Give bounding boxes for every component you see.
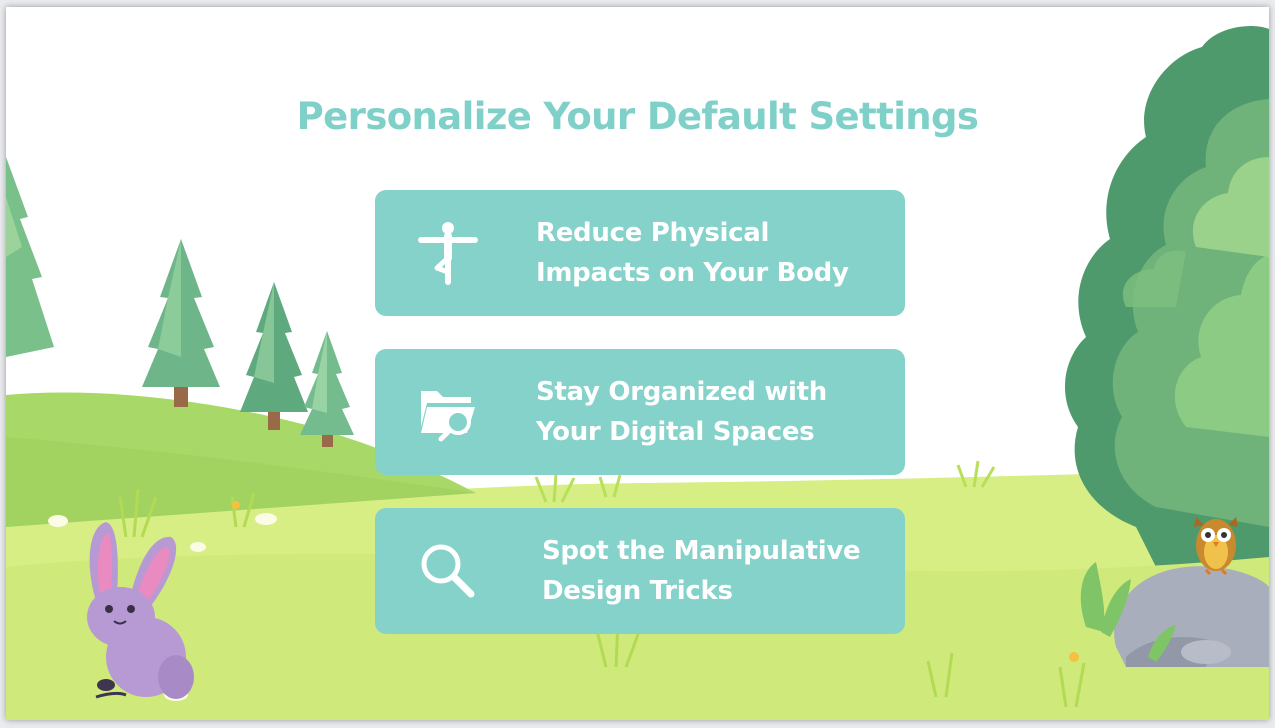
card-label: Spot the Manipulative Design Tricks [542, 531, 861, 611]
yoga-pose-icon [418, 222, 478, 285]
card-label-line: Your Digital Spaces [536, 417, 815, 447]
card-label-line: Spot the Manipulative [542, 536, 861, 566]
tree-left-edge [6, 157, 54, 357]
card-label: Reduce Physical Impacts on Your Body [536, 213, 849, 293]
card-spot-design-tricks[interactable]: Spot the Manipulative Design Tricks [375, 508, 905, 634]
folder-search-icon [421, 391, 475, 442]
card-reduce-physical-impacts[interactable]: Reduce Physical Impacts on Your Body [375, 190, 905, 316]
slide-title: Personalize Your Default Settings [296, 95, 979, 138]
magnifier-icon [421, 544, 475, 598]
card-label-line: Stay Organized with [536, 377, 828, 407]
card-label-line: Design Tricks [542, 576, 733, 606]
slide: Personalize Your Default Settings Reduce… [6, 7, 1269, 720]
card-label: Stay Organized with Your Digital Spaces [536, 372, 827, 452]
card-label-line: Reduce Physical [536, 218, 770, 248]
card-label-line: Impacts on Your Body [536, 258, 849, 288]
card-stay-organized[interactable]: Stay Organized with Your Digital Spaces [375, 349, 905, 475]
